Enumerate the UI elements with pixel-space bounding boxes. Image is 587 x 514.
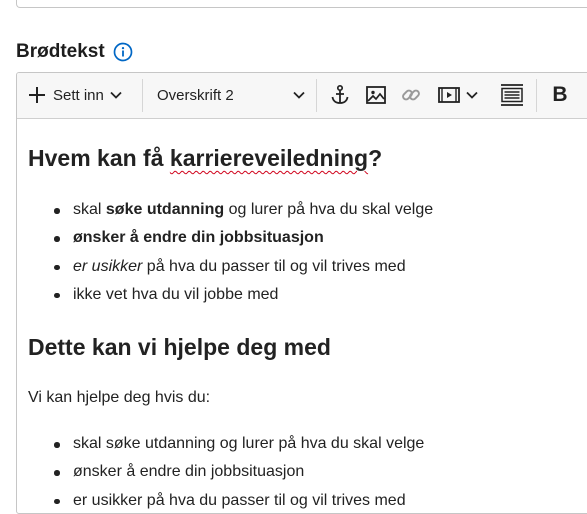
bold-button[interactable]: B [544, 79, 576, 111]
list-item: er usikker på hva du passer til og vil t… [28, 487, 424, 513]
info-circle-icon[interactable] [113, 42, 133, 62]
list-item-text: på hva du passer til og vil trives med [142, 257, 406, 275]
list-item-text: ikke vet hva du vil jobbe med [73, 285, 279, 303]
anchor-button[interactable] [327, 79, 353, 111]
misspelled-word[interactable]: karriereveiledning [170, 145, 368, 171]
insert-link-button[interactable] [398, 79, 424, 111]
list-item: ønsker å endre din jobbsituasjon [28, 224, 433, 252]
chevron-down-icon [293, 91, 305, 99]
insert-menu-label: Sett inn [53, 86, 104, 104]
bullet-list-2: skal søke utdanning og lurer på hva du s… [28, 430, 424, 513]
field-label: Brødtekst [16, 40, 133, 64]
heading-1-text: Hvem kan få [28, 145, 170, 171]
list-item-text: ønsker å endre din jobbsituasjon [73, 229, 324, 247]
heading-1-suffix: ? [368, 145, 383, 171]
toolbar-divider [316, 79, 317, 112]
link-icon [400, 84, 422, 106]
plus-icon [27, 85, 47, 105]
media-icon [437, 84, 461, 106]
editor-toolbar: Sett inn Overskrift 2 B [17, 73, 587, 119]
chevron-down-icon [110, 91, 122, 99]
toolbar-divider [536, 79, 537, 112]
list-item: ikke vet hva du vil jobbe med [28, 281, 433, 309]
rich-text-editor: Sett inn Overskrift 2 B Hvem kan få karr… [16, 72, 587, 514]
list-item: ønsker å endre din jobbsituasjon [28, 458, 424, 486]
list-item: er usikker på hva du passer til og vil t… [28, 253, 433, 281]
previous-field-input[interactable] [16, 0, 587, 8]
list-item-text: er usikker [73, 257, 143, 275]
insert-menu-button[interactable]: Sett inn [27, 79, 133, 111]
content-heading-1: Hvem kan få karriereveiledning? [28, 145, 382, 172]
insert-image-button[interactable] [363, 79, 389, 111]
paragraph-style-value: Overskrift 2 [157, 86, 234, 104]
blockquote-button[interactable] [498, 79, 526, 111]
chevron-down-icon [466, 91, 478, 99]
content-paragraph: Vi kan hjelpe deg hvis du: [28, 389, 211, 406]
blockquote-icon [500, 83, 524, 107]
list-item: skal søke utdanning og lurer på hva du s… [28, 196, 433, 224]
content-heading-2: Dette kan vi hjelpe deg med [28, 334, 331, 360]
list-item-text: og lurer på hva du skal velge [224, 201, 434, 218]
insert-media-button[interactable] [437, 79, 481, 111]
anchor-icon [329, 84, 351, 106]
field-label-text: Brødtekst [16, 41, 105, 62]
image-icon [365, 84, 387, 106]
paragraph-style-select[interactable]: Overskrift 2 [157, 79, 305, 111]
bullet-list-1: skal søke utdanning og lurer på hva du s… [28, 196, 433, 309]
list-item-text: skal [73, 201, 106, 218]
list-item: skal søke utdanning og lurer på hva du s… [28, 430, 424, 458]
bold-icon: B [552, 83, 568, 106]
list-item-text: søke utdanning [105, 201, 225, 218]
toolbar-divider [142, 79, 143, 112]
